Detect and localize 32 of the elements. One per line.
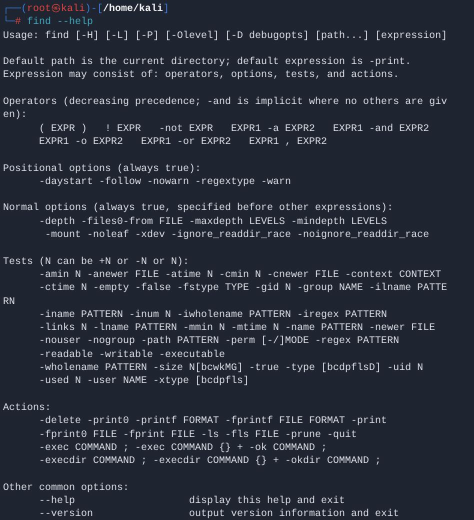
output-line: -fprint0 FILE -fprint FILE -ls -fls FILE -prune -quit bbox=[38, 428, 358, 442]
output-line: -ctime N -empty -false -fstype TYPE -gid N -group NAME -ilname PATTE bbox=[38, 282, 448, 296]
output-line: Expression may consist of: operators, options, tests, and actions. bbox=[3, 69, 400, 83]
output-line: -readable -writable -executable bbox=[38, 348, 226, 362]
output-line: -amin N -anewer FILE -atime N -cmin N -cnewer FILE -context CONTEXT bbox=[38, 268, 442, 282]
output-line: Tests (N can be +N or -N or N): bbox=[3, 256, 190, 269]
output-line: Usage: find [-H] [-L] [-P] [-Olevel] [-D debugopts] [path...] [expression] bbox=[3, 30, 448, 43]
output-line: -exec COMMAND ; -exec COMMAND {} + -ok COMMAND ; bbox=[38, 442, 328, 456]
output-line: EXPR1 -o EXPR2 EXPR1 -or EXPR2 EXPR1 , EXPR2 bbox=[38, 136, 328, 150]
output-line: -mount -noleaf -xdev -ignore_readdir_race -noignore_readdir_race bbox=[44, 229, 430, 242]
output-line: -execdir COMMAND ; -execdir COMMAND {} + -okdir COMMAND ; bbox=[38, 455, 382, 468]
output-line: Actions: bbox=[3, 402, 52, 416]
output-line: Positional options (always true): bbox=[3, 162, 202, 176]
output-line: -links N -lname PATTERN -mmin N -mtime N -name PATTERN -newer FILE bbox=[38, 322, 436, 336]
output-line: -iname PATTERN -inum N -iwholename PATTERN -iregex PATTERN bbox=[38, 308, 388, 322]
output-line: -nouser -nogroup -path PATTERN -perm [-/]MODE -regex PATTERN bbox=[38, 335, 400, 349]
output-line: Other common options: bbox=[3, 482, 130, 495]
output-line: ( EXPR ) ! EXPR -not EXPR EXPR1 -a EXPR2 EXPR1 -and EXPR2 bbox=[38, 122, 430, 136]
output-line: -delete -print0 -printf FORMAT -fprintf FILE FORMAT -print bbox=[38, 415, 388, 428]
output-line: --help display this help and exit bbox=[38, 494, 346, 508]
output-line: -wholename PATTERN -size N[bcwkMG] -true -type [bcdpflsD] -uid N bbox=[38, 362, 424, 376]
shell-prompt: └─# find --help bbox=[3, 16, 94, 30]
output-line: --version output version information and exit bbox=[38, 508, 400, 520]
output-line: -daystart -follow -nowarn -regextype -warn bbox=[38, 176, 292, 190]
output-line: -used N -user NAME -xtype [bcdpfls] bbox=[38, 375, 250, 389]
output-line: en): bbox=[3, 109, 28, 123]
output-line: RN bbox=[3, 296, 16, 309]
output-line: Normal options (always true, specified before other expressions): bbox=[3, 202, 394, 216]
shell-prompt: ┌──(root㉿kali)-[/home/kali] bbox=[3, 3, 170, 16]
output-line: Default path is the current directory; default expression is -print. bbox=[3, 56, 412, 70]
output-line: -depth -files0-from FILE -maxdepth LEVELS -mindepth LEVELS bbox=[38, 216, 388, 230]
output-line: Operators (decreasing precedence; -and is implicit where no others are giv bbox=[3, 96, 448, 110]
